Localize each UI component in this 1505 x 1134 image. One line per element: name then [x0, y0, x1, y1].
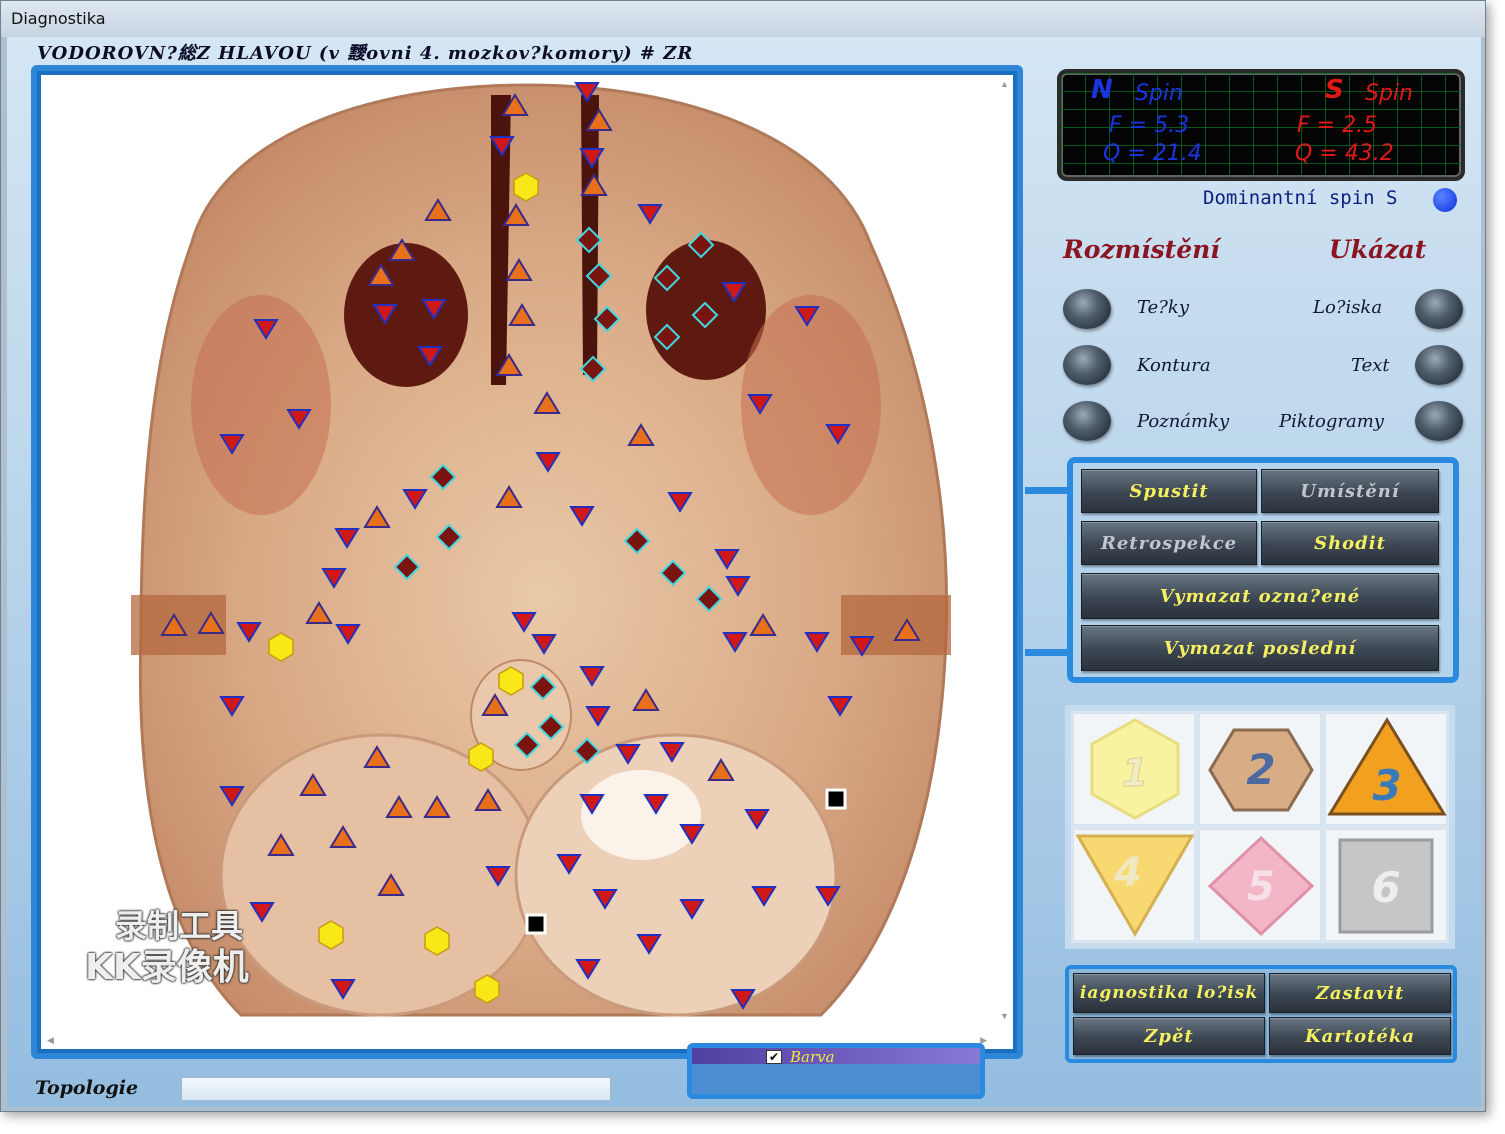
shape-4-button[interactable]: 4 [1073, 829, 1195, 941]
toggle-loziska-label: Lo?iska [1313, 297, 1383, 318]
scroll-left-arrow-icon[interactable]: ◀ [47, 1035, 54, 1046]
s-spin-f: F = 2.5 [1297, 113, 1378, 138]
toggle-poznamky-label: Poznámky [1137, 411, 1230, 432]
back-button[interactable]: Zpět [1073, 1017, 1265, 1055]
svg-text:1: 1 [1122, 751, 1148, 795]
svg-text:4: 4 [1113, 850, 1142, 896]
command-panel: Spustit Umístění Retrospekce Shodit Vyma… [1067, 457, 1459, 683]
connector-bottom [1025, 649, 1069, 656]
card-file-button[interactable]: Kartotéka [1269, 1017, 1451, 1055]
barva-strip: ✔ Barva [692, 1048, 980, 1066]
svg-text:2: 2 [1246, 745, 1275, 794]
barva-label: Barva [790, 1048, 835, 1066]
svg-text:5: 5 [1247, 864, 1275, 910]
svg-text:6: 6 [1371, 863, 1400, 912]
shape-2-button[interactable]: 2 [1199, 713, 1321, 825]
spin-display: N Spin F = 5.3 Q = 21.4 S Spin F = 2.5 Q… [1057, 69, 1465, 181]
watermark-line2: KK录像机 [85, 947, 249, 988]
clear-marked-button[interactable]: Vymazat ozna?ené [1081, 573, 1439, 619]
triangle-orange-icon: 3 [1327, 717, 1447, 816]
dominant-spin-label: Dominantní spin S [1203, 187, 1398, 209]
title-bar[interactable]: Diagnostika [1, 1, 1485, 37]
placement-button[interactable]: Umístění [1261, 469, 1439, 513]
toggle-loziska[interactable] [1415, 289, 1463, 329]
shape-1-button[interactable]: 1 [1073, 713, 1195, 825]
s-spin-q: Q = 43.2 [1295, 141, 1394, 166]
toggle-tecky[interactable] [1063, 289, 1111, 329]
recorder-watermark: 录制工具 KK录像机 [85, 905, 249, 989]
hexagon-yellow-icon: 1 [1090, 718, 1180, 820]
start-button[interactable]: Spustit [1081, 469, 1257, 513]
scan-image-area[interactable]: ▲ ▼ ◀ ▶ 录制工具 KK录像机 [41, 75, 1013, 1049]
toggle-piktogramy[interactable] [1415, 401, 1463, 441]
shape-3-button[interactable]: 3 [1325, 713, 1447, 825]
n-spin-letter: N [1091, 75, 1113, 105]
toggle-piktogramy-label: Piktogramy [1279, 411, 1384, 432]
drop-button[interactable]: Shodit [1261, 521, 1439, 565]
toggle-text[interactable] [1415, 345, 1463, 385]
n-spin-f: F = 5.3 [1109, 113, 1190, 138]
toggle-kontura[interactable] [1063, 345, 1111, 385]
s-spin-letter: S [1325, 75, 1344, 105]
barva-panel: ✔ Barva [687, 1043, 985, 1099]
toggle-tecky-label: Te?ky [1137, 297, 1189, 318]
client-area: VODOROVN?総Z HLAVOU (v 靉ovni 4. mozkov?ko… [7, 37, 1481, 1107]
toggle-kontura-label: Kontura [1137, 355, 1211, 376]
dominant-spin-indicator-icon [1433, 188, 1457, 212]
diamond-pink-icon: 5 [1207, 835, 1315, 937]
topologie-label: Topologie [35, 1077, 139, 1099]
n-spin-title: Spin [1135, 81, 1183, 106]
diagnose-loci-button[interactable]: iagnostika lo?isk [1073, 973, 1265, 1013]
retrospect-button[interactable]: Retrospekce [1081, 521, 1257, 565]
show-header: Ukázat [1329, 235, 1427, 264]
clear-last-button[interactable]: Vymazat poslední [1081, 625, 1439, 671]
shape-6-button[interactable]: 6 [1325, 829, 1447, 941]
hexagon-tan-icon: 2 [1208, 728, 1314, 812]
scan-title: VODOROVN?総Z HLAVOU (v 靉ovni 4. mozkov?ko… [37, 43, 694, 64]
s-spin-title: Spin [1365, 81, 1413, 106]
toggle-poznamky[interactable] [1063, 401, 1111, 441]
image-vertical-scrollbar[interactable]: ▲ ▼ [997, 75, 1013, 1025]
head-cross-section-image[interactable] [41, 75, 1013, 1025]
scroll-down-arrow-icon[interactable]: ▼ [1000, 1011, 1009, 1021]
svg-text:3: 3 [1372, 761, 1401, 810]
n-spin-q: Q = 21.4 [1103, 141, 1202, 166]
shape-5-button[interactable]: 5 [1199, 829, 1321, 941]
window-title: Diagnostika [11, 9, 106, 28]
triangle-down-yellow-icon: 4 [1075, 834, 1195, 937]
connector-top [1025, 487, 1069, 494]
marker-shape-palette: 1 2 3 4 5 6 [1065, 705, 1455, 949]
watermark-line1: 录制工具 [115, 907, 244, 945]
barva-checkbox[interactable]: ✔ [766, 1050, 782, 1064]
diagnostika-window: Diagnostika VODOROVN?総Z HLAVOU (v 靉ovni … [0, 0, 1486, 1112]
topologie-field[interactable] [181, 1077, 611, 1101]
square-gray-icon: 6 [1338, 838, 1434, 934]
bottom-button-panel: iagnostika lo?isk Zastavit Zpět Kartoték… [1065, 965, 1457, 1063]
stop-button[interactable]: Zastavit [1269, 973, 1451, 1013]
placement-header: Rozmístění [1063, 235, 1220, 264]
scroll-up-arrow-icon[interactable]: ▲ [1000, 79, 1009, 89]
toggle-text-label: Text [1351, 355, 1390, 376]
scan-image-frame: ▲ ▼ ◀ ▶ 录制工具 KK录像机 [31, 65, 1023, 1059]
